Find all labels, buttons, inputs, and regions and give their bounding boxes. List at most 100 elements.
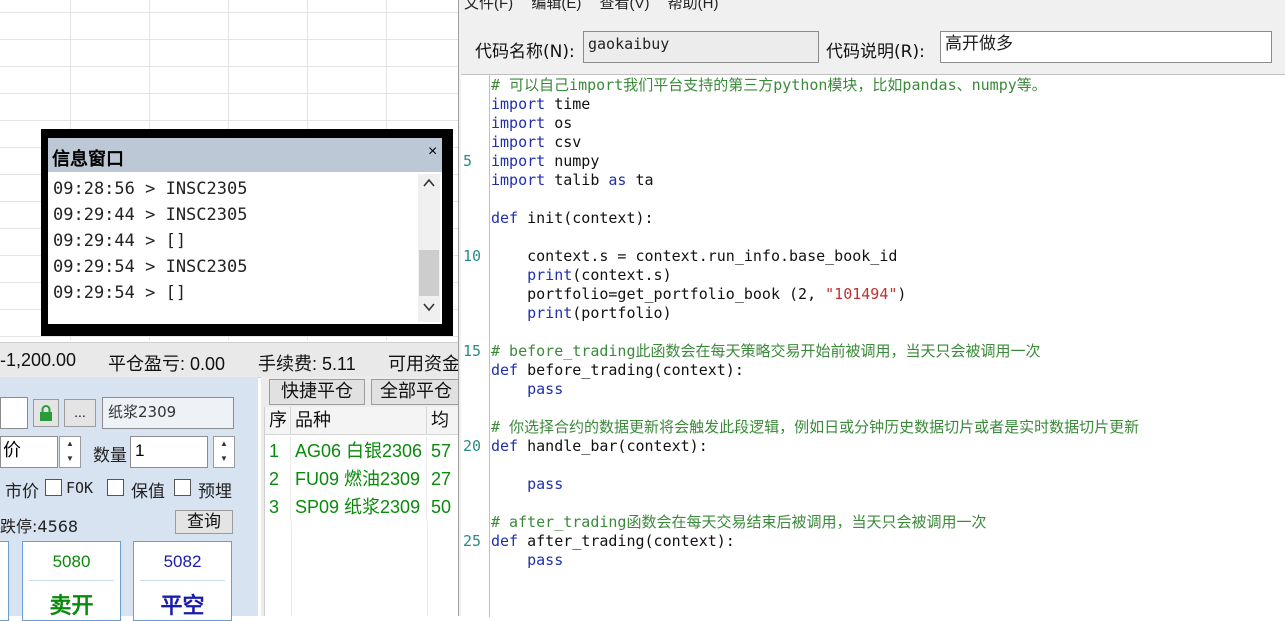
stepper-up-icon[interactable]: ▲ [214, 437, 234, 452]
menu-view[interactable]: 查看(V) [600, 0, 650, 12]
close-icon[interactable]: × [428, 143, 437, 161]
log-line: 09:29:54 > INSC2305 [53, 257, 248, 277]
hedge-checkbox[interactable] [107, 479, 124, 496]
lock-button[interactable] [33, 399, 59, 427]
code-text-span: (portfolio) [572, 304, 672, 322]
table-row-instrument[interactable]: AG06 白银2306 [291, 437, 427, 465]
code-string: "101494" [825, 285, 898, 303]
quantity-input[interactable]: 1 [130, 436, 208, 468]
code-comment: # 可以自己import我们平台支持的第三方python模块，比如pandas、… [491, 76, 1047, 94]
code-line: portfolio=get_portfolio_book (2, "101494… [491, 285, 1281, 304]
divider [140, 580, 225, 581]
code-text-span: ) [897, 285, 907, 303]
code-text-span: numpy [545, 152, 600, 170]
close-all-button[interactable]: 全部平仓 [371, 379, 461, 405]
code-description-label: 代码说明(R): [826, 42, 925, 62]
code-editor[interactable]: 5 10 15 20 25 # 可以自己import我们平台支持的第三方pyth… [461, 74, 1285, 617]
column-header-avg[interactable]: 均 [427, 407, 459, 435]
code-name-label: 代码名称(N): [475, 42, 575, 62]
stepper-down-icon[interactable]: ▼ [214, 452, 234, 467]
more-button[interactable]: ... [64, 399, 96, 427]
code-line: def before_trading(context): [491, 361, 1281, 380]
table-row-index[interactable]: 3 [265, 493, 291, 521]
stepper-up-icon[interactable]: ▲ [60, 437, 80, 452]
scroll-down-icon[interactable] [418, 300, 440, 320]
code-line: # 可以自己import我们平台支持的第三方python模块，比如pandas、… [491, 76, 1281, 95]
code-line: # before_trading此函数会在每天策略交易开始前被调用，当天只会被调… [491, 342, 1281, 361]
table-row-avg[interactable]: 50 [427, 493, 459, 521]
limit-down-price: 跌停:4568 [0, 517, 79, 536]
menu-edit[interactable]: 编辑(E) [531, 0, 581, 12]
positions-table: 序 品种 均 1 AG06 白银2306 57 2 FU09 燃油2309 27… [264, 407, 459, 616]
account-input[interactable] [0, 397, 28, 429]
stepper-down-icon[interactable]: ▼ [60, 452, 80, 467]
info-scrollbar[interactable] [418, 174, 440, 322]
buy-button-partial[interactable] [0, 541, 9, 621]
code-text-span: time [545, 95, 591, 113]
close-short-price: 5082 [163, 552, 202, 571]
code-keyword: print [527, 266, 573, 284]
code-line: print(portfolio) [491, 304, 1281, 323]
price-field[interactable]: 价 [0, 436, 58, 468]
code-line: def after_trading(context): [491, 532, 1281, 551]
quantity-stepper[interactable]: ▲ ▼ [213, 436, 235, 468]
code-line: import talib as ta [491, 171, 1281, 190]
table-row-index[interactable]: 1 [265, 437, 291, 465]
sell-open-button[interactable]: 5080 卖开 [22, 541, 121, 621]
scroll-up-icon[interactable] [418, 176, 440, 196]
code-line: pass [491, 380, 1281, 399]
info-window-titlebar[interactable]: 信息窗口 × [48, 138, 442, 172]
close-short-button[interactable]: 5082 平空 [133, 541, 232, 621]
code-line: def init(context): [491, 209, 1281, 228]
code-comment: # 你选择合约的数据更新将会触发此段逻辑，例如日或分钟历史数据切片或者是实时数据… [491, 418, 1140, 436]
price-stepper[interactable]: ▲ ▼ [59, 436, 81, 468]
fok-checkbox[interactable] [45, 479, 62, 496]
code-description-input[interactable]: 高开做多 [940, 31, 1272, 63]
code-line: context.s = context.run_info.base_book_i… [491, 247, 1281, 266]
code-text-span: portfolio=get_portfolio_book (2, [491, 285, 826, 303]
table-row-instrument[interactable]: SP09 纸浆2309 [291, 493, 427, 521]
code-keyword: def [491, 361, 519, 379]
code-text-span: ta [626, 171, 654, 189]
query-button[interactable]: 查询 [175, 510, 233, 534]
code-line: # after_trading函数会在每天交易结束后被调用，当天只会被调用一次 [491, 513, 1281, 532]
code-keyword: pass [527, 475, 564, 493]
menu-help[interactable]: 帮助(H) [668, 0, 719, 12]
divider [29, 580, 114, 581]
account-status-bar: -1,200.00 平仓盈亏: 0.00 手续费: 5.11 可用资金 [0, 342, 460, 378]
code-keyword: import [491, 133, 546, 151]
line-number: 25 [463, 532, 482, 550]
log-line: 09:28:56 > INSC2305 [53, 179, 248, 199]
table-row-index[interactable]: 2 [265, 465, 291, 493]
code-name-input[interactable]: gaokaibuy [583, 31, 819, 63]
table-row-avg[interactable]: 57 [427, 437, 459, 465]
table-row-instrument[interactable]: FU09 燃油2309 [291, 465, 427, 493]
code-text-span: context.s = context.run_info.base_book_i… [491, 247, 898, 265]
info-window-title: 信息窗口 [52, 149, 124, 170]
info-log-list: 09:28:56 > INSC2305 09:29:44 > INSC2305 … [53, 176, 413, 306]
strategy-editor-window: 文件(F) 编辑(E) 查看(V) 帮助(H) 代码名称(N): gaokaib… [458, 0, 1285, 617]
quick-close-button[interactable]: 快捷平仓 [269, 379, 365, 405]
code-text-span: before_trading(context): [518, 361, 744, 379]
code-text-span: (context.s) [572, 266, 672, 284]
code-text[interactable]: # 可以自己import我们平台支持的第三方python模块，比如pandas、… [491, 76, 1281, 570]
menu-file[interactable]: 文件(F) [464, 0, 513, 12]
column-header-instrument[interactable]: 品种 [291, 407, 427, 435]
code-line: # 你选择合约的数据更新将会触发此段逻辑，例如日或分钟历史数据切片或者是实时数据… [491, 418, 1281, 437]
code-text-span: handle_bar(context): [518, 437, 708, 455]
column-header-index[interactable]: 序 [265, 407, 291, 435]
table-row-avg[interactable]: 27 [427, 465, 459, 493]
menu-bar: 文件(F) 编辑(E) 查看(V) 帮助(H) [464, 0, 733, 12]
scrollbar-thumb[interactable] [419, 250, 439, 296]
line-number-gutter: 5 10 15 20 25 [461, 75, 490, 617]
contract-field[interactable]: 纸浆2309 [102, 397, 234, 429]
code-text-span: after_trading(context): [518, 532, 735, 550]
line-number: 5 [463, 152, 473, 170]
code-line: import os [491, 114, 1281, 133]
preorder-checkbox[interactable] [174, 479, 191, 496]
